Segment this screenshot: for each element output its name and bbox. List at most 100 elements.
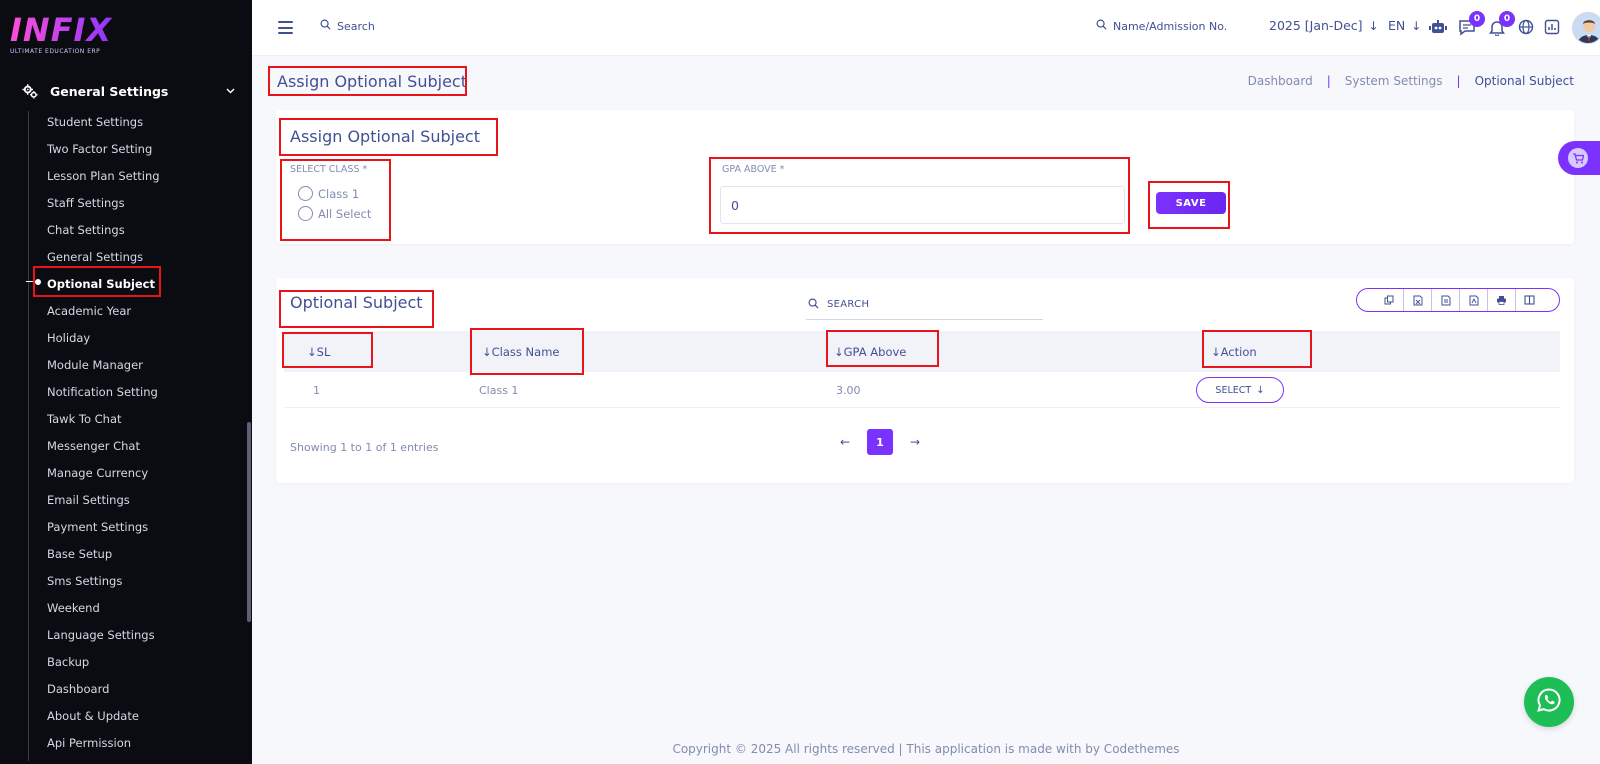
breadcrumb-separator: | xyxy=(1456,74,1461,88)
sidebar-item-optional-subject[interactable]: Optional Subject xyxy=(47,270,247,297)
entries-info: Showing 1 to 1 of 1 entries xyxy=(290,441,439,454)
cell-sl: 1 xyxy=(313,383,320,397)
column-header-gpa-above[interactable]: ↓ GPA Above xyxy=(834,331,906,372)
sidebar-item-chat-settings[interactable]: Chat Settings xyxy=(47,216,247,243)
academic-year-select[interactable]: 2025 [Jan-Dec] ↓ xyxy=(1269,18,1379,33)
search-icon xyxy=(320,19,331,33)
brand-name: INFIX xyxy=(10,14,130,46)
sidebar-item-tawk-to-chat[interactable]: Tawk To Chat xyxy=(47,405,247,432)
gear-icon xyxy=(20,81,40,101)
active-connector xyxy=(26,281,33,282)
sidebar-item-language-settings[interactable]: Language Settings xyxy=(47,621,247,648)
sidebar-item-holiday[interactable]: Holiday xyxy=(47,324,247,351)
column-label: Action xyxy=(1220,344,1257,359)
sidebar-section-general-settings[interactable]: General Settings xyxy=(20,80,235,102)
notification-badge: 0 xyxy=(1499,11,1515,27)
chevron-down-icon xyxy=(226,86,235,97)
sidebar-item-manage-currency[interactable]: Manage Currency xyxy=(47,459,247,486)
name-admission-search[interactable]: Name/Admission No. xyxy=(1096,19,1227,33)
assign-form-title: Assign Optional Subject xyxy=(290,127,480,146)
sidebar-item-lesson-plan-setting[interactable]: Lesson Plan Setting xyxy=(47,162,247,189)
chat-icon[interactable]: 0 xyxy=(1457,11,1485,37)
brand-tagline: ULTIMATE EDUCATION ERP xyxy=(10,48,101,55)
csv-icon[interactable] xyxy=(1431,289,1459,311)
table-search-input[interactable]: SEARCH xyxy=(806,290,1043,320)
arrow-down-icon: ↓ xyxy=(1256,384,1265,396)
brand-logo[interactable]: INFIX ULTIMATE EDUCATION ERP xyxy=(10,14,130,60)
language-value: EN xyxy=(1388,18,1406,33)
whatsapp-button[interactable] xyxy=(1524,677,1574,727)
floating-cart-button[interactable] xyxy=(1558,141,1600,175)
prev-page-icon[interactable]: ← xyxy=(833,429,857,455)
copy-icon[interactable] xyxy=(1375,289,1403,311)
sidebar-item-module-manager[interactable]: Module Manager xyxy=(47,351,247,378)
search-icon xyxy=(808,298,819,312)
pdf-icon[interactable] xyxy=(1459,289,1487,311)
gpa-above-input[interactable]: 0 xyxy=(720,186,1125,224)
tree-line xyxy=(28,111,29,761)
assign-form-card: Assign Optional Subject SELECT CLASS * C… xyxy=(276,110,1574,244)
sidebar-item-backup[interactable]: Backup xyxy=(47,648,247,675)
sidebar-item-weekend[interactable]: Weekend xyxy=(47,594,247,621)
column-header-sl[interactable]: ↓ SL xyxy=(307,331,330,372)
next-page-icon[interactable]: → xyxy=(903,429,927,455)
sidebar-item-messenger-chat[interactable]: Messenger Chat xyxy=(47,432,247,459)
avatar[interactable] xyxy=(1572,12,1600,44)
active-dot xyxy=(35,279,41,285)
bell-icon[interactable]: 0 xyxy=(1487,11,1515,37)
table-search-label: SEARCH xyxy=(827,299,870,310)
top-search-label: Search xyxy=(337,19,375,33)
sidebar-item-api-permission[interactable]: Api Permission xyxy=(47,729,247,756)
sort-arrow-icon: ↓ xyxy=(1211,344,1221,359)
pagination: ← 1 → xyxy=(833,429,927,455)
breadcrumb-dashboard[interactable]: Dashboard xyxy=(1248,74,1313,88)
sidebar-item-sms-settings[interactable]: Sms Settings xyxy=(47,567,247,594)
radio-class-1-label: Class 1 xyxy=(318,186,360,201)
column-label: SL xyxy=(316,344,331,359)
breadcrumb-system-settings[interactable]: System Settings xyxy=(1345,74,1443,88)
radio-button[interactable] xyxy=(298,206,313,221)
radio-all-select[interactable]: All Select xyxy=(298,206,371,221)
sidebar-item-base-setup[interactable]: Base Setup xyxy=(47,540,247,567)
sidebar-item-about-update[interactable]: About & Update xyxy=(47,702,247,729)
breadcrumb-optional-subject: Optional Subject xyxy=(1474,74,1574,88)
table-title: Optional Subject xyxy=(290,293,423,312)
arrow-down-icon: ↓ xyxy=(1368,18,1379,33)
globe-icon[interactable] xyxy=(1516,17,1536,37)
select-action-button[interactable]: SELECT ↓ xyxy=(1196,377,1284,403)
page-number-button[interactable]: 1 xyxy=(867,429,893,455)
sidebar-section-label: General Settings xyxy=(50,83,169,99)
top-search[interactable]: Search xyxy=(320,19,375,33)
sort-arrow-icon: ↓ xyxy=(482,344,492,359)
cart-icon xyxy=(1568,148,1588,168)
column-header-action[interactable]: ↓ Action xyxy=(1211,331,1257,372)
sidebar-item-payment-settings[interactable]: Payment Settings xyxy=(47,513,247,540)
hamburger-icon[interactable] xyxy=(278,21,293,34)
print-icon[interactable] xyxy=(1487,289,1515,311)
sidebar-item-two-factor-setting[interactable]: Two Factor Setting xyxy=(47,135,247,162)
sidebar-item-academic-year[interactable]: Academic Year xyxy=(47,297,247,324)
sidebar-scrollbar[interactable] xyxy=(247,422,251,622)
save-button[interactable]: SAVE xyxy=(1156,192,1226,214)
sidebar-item-general-settings[interactable]: General Settings xyxy=(47,243,247,270)
robot-icon[interactable] xyxy=(1428,17,1448,37)
language-select[interactable]: EN ↓ xyxy=(1388,18,1421,33)
arrow-down-icon: ↓ xyxy=(1411,18,1422,33)
excel-icon[interactable] xyxy=(1403,289,1431,311)
sidebar: INFIX ULTIMATE EDUCATION ERP General Set… xyxy=(0,0,252,764)
sidebar-item-dashboard[interactable]: Dashboard xyxy=(47,675,247,702)
sidebar-item-student-settings[interactable]: Student Settings xyxy=(47,108,247,135)
academic-year-value: 2025 [Jan-Dec] xyxy=(1269,18,1363,33)
column-label: Class Name xyxy=(491,344,560,359)
sidebar-item-email-settings[interactable]: Email Settings xyxy=(47,486,247,513)
select-class-label: SELECT CLASS * xyxy=(290,164,368,175)
sidebar-item-notification-setting[interactable]: Notification Setting xyxy=(47,378,247,405)
radio-button[interactable] xyxy=(298,186,313,201)
radio-class-1[interactable]: Class 1 xyxy=(298,186,359,201)
report-icon[interactable] xyxy=(1542,17,1562,37)
column-header-class-name[interactable]: ↓ Class Name xyxy=(482,331,559,372)
cell-gpa: 3.00 xyxy=(836,383,861,397)
columns-icon[interactable] xyxy=(1515,289,1543,311)
footer-copyright: Copyright © 2025 All rights reserved | T… xyxy=(672,742,1180,756)
sidebar-item-staff-settings[interactable]: Staff Settings xyxy=(47,189,247,216)
